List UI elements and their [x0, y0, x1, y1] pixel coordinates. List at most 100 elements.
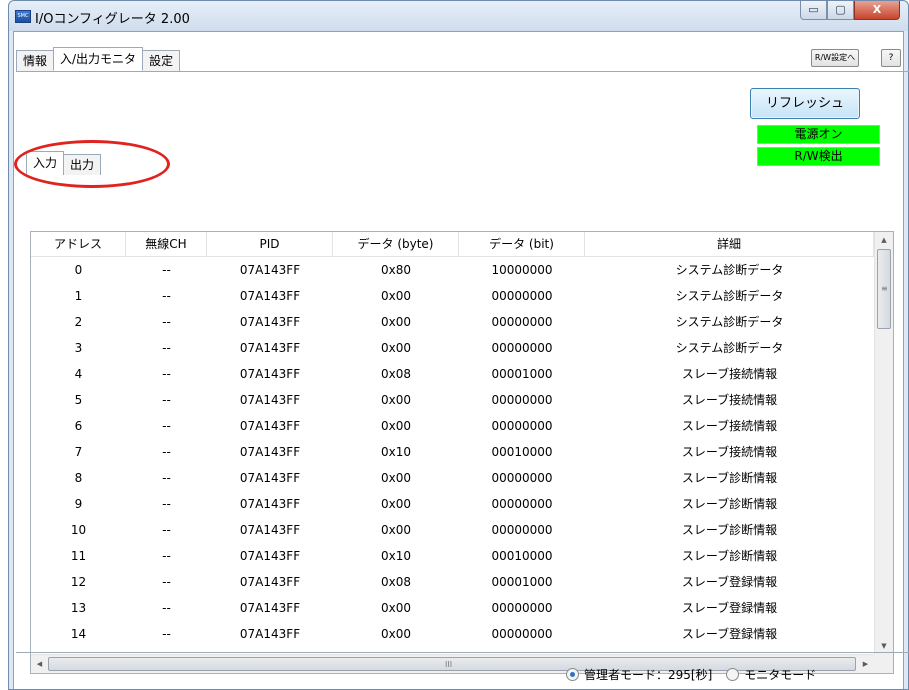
table-row[interactable]: 14 -- 07A143FF 0x00 00000000 スレーブ登録情報 — [31, 621, 874, 647]
pid-cell: 07A143FF — [239, 471, 301, 485]
table-row[interactable]: 2 -- 07A143FF 0x00 00000000 システム診断データ — [31, 309, 874, 335]
data-bit-cell: 00001000 — [491, 575, 553, 589]
details-cell: スレーブ診断情報 — [681, 549, 778, 563]
table-row[interactable]: 1 -- 07A143FF 0x00 00000000 システム診断データ — [31, 283, 874, 309]
table-row[interactable]: 12 -- 07A143FF 0x08 00001000 スレーブ登録情報 — [31, 569, 874, 595]
data-byte-cell: 0x00 — [380, 471, 411, 485]
details-cell: スレーブ診断情報 — [681, 497, 778, 511]
pid-cell: 07A143FF — [239, 575, 301, 589]
data-byte-cell: 0x00 — [380, 419, 411, 433]
admin-mode-radio[interactable]: 管理者モード：295[秒] — [566, 666, 712, 683]
column-header-data-bit[interactable]: データ (bit) — [459, 232, 585, 257]
tab-input[interactable]: 入力 — [26, 151, 65, 175]
main-tabs: 情報 入/出力モニタ 設定 — [16, 47, 181, 71]
table-row[interactable]: 7 -- 07A143FF 0x10 00010000 スレーブ接続情報 — [31, 439, 874, 465]
data-byte-cell: 0x10 — [380, 445, 411, 459]
wireless-ch-cell: -- — [162, 367, 171, 381]
data-byte-cell: 0x00 — [380, 289, 411, 303]
table-row[interactable]: 4 -- 07A143FF 0x08 00001000 スレーブ接続情報 — [31, 361, 874, 387]
column-header-address[interactable]: アドレス — [31, 232, 126, 257]
column-header-pid[interactable]: PID — [207, 232, 333, 257]
details-cell: スレーブ診断情報 — [681, 523, 778, 537]
table-row[interactable]: 3 -- 07A143FF 0x00 00000000 システム診断データ — [31, 335, 874, 361]
column-header-wireless-ch[interactable]: 無線CH — [126, 232, 207, 257]
vertical-scroll-thumb[interactable]: ≡ — [877, 249, 891, 329]
minimize-icon: ▭ — [808, 3, 819, 16]
io-monitor-panel: リフレッシュ 電源オン R/W検出 入力 出力 アドレス 無線CH PID デー… — [16, 71, 909, 674]
address-cell: 1 — [74, 289, 83, 303]
data-bit-cell: 00000000 — [491, 393, 553, 407]
data-byte-cell: 0x00 — [380, 393, 411, 407]
data-bit-cell: 00010000 — [491, 445, 553, 459]
data-byte-cell: 0x00 — [380, 341, 411, 355]
details-cell: システム診断データ — [675, 263, 784, 277]
address-cell: 7 — [74, 445, 83, 459]
address-cell: 12 — [70, 575, 87, 589]
minimize-button[interactable]: ▭ — [800, 1, 827, 20]
radio-unchecked-icon — [726, 668, 740, 681]
data-byte-cell: 0x80 — [380, 263, 411, 277]
address-cell: 4 — [74, 367, 83, 381]
address-cell: 10 — [70, 523, 87, 537]
details-cell: システム診断データ — [675, 315, 784, 329]
app-icon — [15, 10, 31, 23]
scroll-left-icon[interactable]: ◀ — [31, 655, 48, 673]
pid-cell: 07A143FF — [239, 289, 301, 303]
io-data-table[interactable]: アドレス 無線CH PID データ (byte) データ (bit) 詳細 0 -… — [30, 231, 894, 674]
column-header-details[interactable]: 詳細 — [585, 232, 874, 257]
scroll-up-icon[interactable]: ▲ — [875, 232, 893, 249]
mode-selector: 管理者モード：295[秒] モニタモード — [566, 666, 830, 683]
data-bit-cell: 00000000 — [491, 601, 553, 615]
radio-checked-icon — [566, 668, 579, 681]
pid-cell: 07A143FF — [239, 315, 301, 329]
table-row[interactable]: 5 -- 07A143FF 0x00 00000000 スレーブ接続情報 — [31, 387, 874, 413]
pid-cell: 07A143FF — [239, 367, 301, 381]
address-cell: 6 — [74, 419, 83, 433]
app-window: I/Oコンフィグレータ 2.00 ▭ ▢ X 情報 入/出力モニタ 設定 R/W… — [8, 0, 909, 690]
data-bit-cell: 00000000 — [491, 315, 553, 329]
wireless-ch-cell: -- — [162, 601, 171, 615]
power-status-indicator: 電源オン — [757, 125, 880, 144]
maximize-icon: ▢ — [835, 3, 846, 16]
maximize-button[interactable]: ▢ — [827, 1, 854, 20]
pid-cell: 07A143FF — [239, 445, 301, 459]
admin-mode-label: 管理者モード：295[秒] — [584, 668, 713, 682]
wireless-ch-cell: -- — [162, 341, 171, 355]
scroll-right-icon[interactable]: ▶ — [857, 655, 874, 673]
tab-io-monitor[interactable]: 入/出力モニタ — [53, 47, 144, 71]
vertical-scrollbar[interactable]: ▲ ≡ ▼ — [874, 232, 893, 655]
data-byte-cell: 0x08 — [380, 575, 411, 589]
table-row[interactable]: 11 -- 07A143FF 0x10 00010000 スレーブ診断情報 — [31, 543, 874, 569]
rw-settings-button[interactable]: R/W設定へ — [811, 49, 859, 67]
details-cell: スレーブ接続情報 — [681, 367, 778, 381]
wireless-ch-cell: -- — [162, 627, 171, 641]
table-row[interactable]: 0 -- 07A143FF 0x80 10000000 システム診断データ — [31, 257, 874, 283]
monitor-mode-radio[interactable]: モニタモード — [726, 666, 816, 683]
data-bit-cell: 00010000 — [491, 549, 553, 563]
details-cell: システム診断データ — [675, 341, 784, 355]
details-cell: スレーブ診断情報 — [681, 471, 778, 485]
table-row[interactable]: 6 -- 07A143FF 0x00 00000000 スレーブ接続情報 — [31, 413, 874, 439]
tab-info[interactable]: 情報 — [16, 50, 55, 71]
details-cell: スレーブ登録情報 — [681, 575, 778, 589]
data-byte-cell: 0x00 — [380, 315, 411, 329]
data-bit-cell: 00000000 — [491, 497, 553, 511]
table-body: 0 -- 07A143FF 0x80 10000000 システム診断データ 1 -- 07A14… — [31, 257, 874, 647]
refresh-button[interactable]: リフレッシュ — [750, 88, 860, 119]
pid-cell: 07A143FF — [239, 497, 301, 511]
table-row[interactable]: 10 -- 07A143FF 0x00 00000000 スレーブ診断情報 — [31, 517, 874, 543]
tab-settings[interactable]: 設定 — [142, 50, 181, 71]
address-cell: 0 — [74, 263, 83, 277]
help-button[interactable]: ? — [881, 49, 901, 67]
monitor-mode-label: モニタモード — [744, 668, 817, 682]
data-bit-cell: 00001000 — [491, 367, 553, 381]
address-cell: 11 — [70, 549, 87, 563]
close-button[interactable]: X — [854, 1, 900, 20]
title-bar[interactable]: I/Oコンフィグレータ 2.00 ▭ ▢ X — [9, 1, 908, 31]
column-header-data-byte[interactable]: データ (byte) — [333, 232, 459, 257]
table-row[interactable]: 9 -- 07A143FF 0x00 00000000 スレーブ診断情報 — [31, 491, 874, 517]
pid-cell: 07A143FF — [239, 393, 301, 407]
table-row[interactable]: 13 -- 07A143FF 0x00 00000000 スレーブ登録情報 — [31, 595, 874, 621]
table-row[interactable]: 8 -- 07A143FF 0x00 00000000 スレーブ診断情報 — [31, 465, 874, 491]
tab-output[interactable]: 出力 — [63, 154, 102, 175]
